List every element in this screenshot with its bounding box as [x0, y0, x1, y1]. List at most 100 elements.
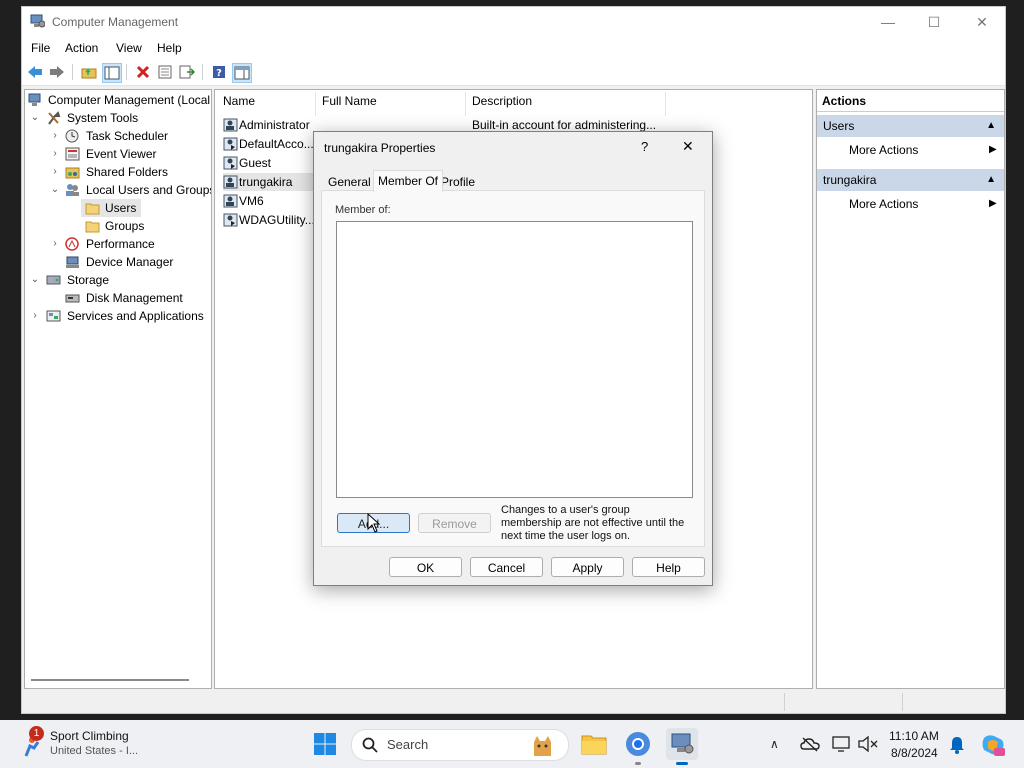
- tree-item-shared-folders[interactable]: › Shared Folders: [25, 163, 211, 181]
- column-header-description[interactable]: Description: [472, 94, 532, 112]
- actions-section-users[interactable]: Users ▲: [817, 115, 1004, 137]
- chrome-button[interactable]: [622, 728, 654, 765]
- status-divider: [784, 693, 785, 711]
- column-separator[interactable]: [315, 92, 316, 116]
- show-hide-console-tree-icon[interactable]: [102, 63, 122, 83]
- show-hide-action-pane-icon[interactable]: [232, 63, 252, 83]
- clock-time[interactable]: 11:10 AM: [889, 729, 939, 743]
- status-bar: [22, 691, 1005, 713]
- network-icon[interactable]: [832, 736, 850, 752]
- chevron-right-icon[interactable]: ›: [50, 167, 60, 177]
- tree-item-local-users-groups[interactable]: ⌄ Local Users and Groups: [25, 181, 211, 199]
- tree-label: Shared Folders: [86, 165, 169, 179]
- tree-item-services-apps[interactable]: › Services and Applications: [25, 307, 211, 325]
- tree-item-system-tools[interactable]: ⌄ System Tools: [25, 109, 211, 127]
- table-row[interactable]: VM6: [223, 192, 323, 210]
- chevron-up-icon[interactable]: ▲: [986, 169, 996, 191]
- storage-icon: [46, 275, 61, 285]
- ok-button[interactable]: OK: [389, 557, 462, 577]
- chevron-up-icon[interactable]: ▲: [986, 115, 996, 137]
- tree-item-storage[interactable]: ⌄ Storage: [25, 271, 211, 289]
- tree-item-disk-management[interactable]: Disk Management: [25, 289, 211, 307]
- file-explorer-button[interactable]: [578, 728, 610, 760]
- menu-help[interactable]: Help: [157, 41, 182, 55]
- clock-icon: [65, 129, 79, 143]
- volume-muted-icon[interactable]: [858, 736, 878, 752]
- status-divider: [902, 693, 903, 711]
- column-header-full-name[interactable]: Full Name: [322, 94, 377, 112]
- copilot-icon[interactable]: [980, 732, 1006, 758]
- computer-management-taskbar-button[interactable]: [666, 728, 698, 765]
- help-question-button[interactable]: ?: [641, 139, 648, 154]
- remove-button[interactable]: Remove: [418, 513, 491, 533]
- actions-section-trungakira[interactable]: trungakira ▲: [817, 169, 1004, 191]
- export-list-icon[interactable]: [178, 63, 196, 81]
- column-separator[interactable]: [665, 92, 666, 116]
- horizontal-scrollbar[interactable]: [31, 679, 189, 681]
- toolbar-separator: [72, 64, 73, 80]
- clock-date[interactable]: 8/8/2024: [891, 746, 938, 760]
- tree-item-users[interactable]: Users: [81, 199, 141, 217]
- tab-member-of[interactable]: Member Of: [373, 170, 444, 192]
- tree-item-event-viewer[interactable]: › Event Viewer: [25, 145, 211, 163]
- tab-profile[interactable]: Profile: [441, 173, 475, 191]
- toolbar-separator: [202, 64, 203, 80]
- table-row[interactable]: Guest: [223, 154, 323, 172]
- weather-widget[interactable]: 1 Sport Climbing United States - I...: [20, 726, 150, 762]
- table-row[interactable]: DefaultAcco...: [223, 135, 323, 153]
- table-row[interactable]: WDAGUtility...: [223, 211, 323, 229]
- chevron-up-icon[interactable]: ∧: [770, 737, 779, 751]
- more-actions-trungakira[interactable]: More Actions ▶: [849, 193, 999, 215]
- console-tree[interactable]: Computer Management (Local ⌄ System Tool…: [24, 89, 212, 689]
- notification-bell-icon[interactable]: [949, 736, 965, 754]
- user-icon: [223, 175, 238, 189]
- onedrive-icon[interactable]: [800, 736, 820, 752]
- chevron-right-icon[interactable]: ›: [50, 149, 60, 159]
- tree-item-computer-management[interactable]: Computer Management (Local: [25, 91, 211, 109]
- delete-icon[interactable]: [134, 63, 152, 81]
- up-folder-icon[interactable]: [80, 63, 98, 81]
- disk-icon: [65, 294, 80, 303]
- close-button[interactable]: ✕: [959, 7, 1005, 37]
- dialog-close-button[interactable]: ✕: [682, 138, 694, 155]
- table-row[interactable]: trungakira: [223, 173, 313, 191]
- search-box[interactable]: Search: [351, 729, 569, 761]
- tree-label: Groups: [105, 219, 145, 233]
- tree-item-device-manager[interactable]: Device Manager: [25, 253, 211, 271]
- column-separator[interactable]: [465, 92, 466, 116]
- column-header-name[interactable]: Name: [223, 94, 255, 112]
- user-disabled-icon: [223, 137, 238, 151]
- apply-button[interactable]: Apply: [551, 557, 624, 577]
- menu-view[interactable]: View: [116, 41, 142, 55]
- minimize-button[interactable]: —: [865, 7, 911, 37]
- maximize-button[interactable]: ☐: [911, 7, 957, 37]
- forward-arrow-icon[interactable]: [48, 63, 66, 81]
- tab-general[interactable]: General: [328, 173, 371, 191]
- groups-listbox[interactable]: [336, 221, 693, 498]
- member-of-label: Member of:: [335, 204, 391, 216]
- chevron-down-icon[interactable]: ⌄: [30, 275, 40, 285]
- tree-item-task-scheduler[interactable]: › Task Scheduler: [25, 127, 211, 145]
- cancel-button[interactable]: Cancel: [470, 557, 543, 577]
- title-bar[interactable]: Computer Management — ☐ ✕: [22, 7, 1005, 37]
- tree-label: Performance: [86, 237, 155, 251]
- properties-icon[interactable]: [156, 63, 174, 81]
- cat-icon: [534, 736, 551, 756]
- chevron-down-icon[interactable]: ⌄: [30, 113, 40, 123]
- menu-action[interactable]: Action: [65, 41, 98, 55]
- chevron-right-icon[interactable]: ›: [30, 311, 40, 321]
- more-actions-users[interactable]: More Actions ▶: [849, 139, 999, 161]
- tree-item-groups[interactable]: Groups: [81, 217, 151, 235]
- menu-file[interactable]: File: [31, 41, 50, 55]
- chevron-right-icon[interactable]: ›: [50, 131, 60, 141]
- tree-label: Task Scheduler: [86, 129, 169, 143]
- users-group-icon: [66, 184, 79, 196]
- action-label: More Actions: [849, 143, 919, 157]
- help-button[interactable]: Help: [632, 557, 705, 577]
- tree-item-performance[interactable]: › Performance: [25, 235, 211, 253]
- chevron-down-icon[interactable]: ⌄: [50, 185, 60, 195]
- chevron-right-icon[interactable]: ›: [50, 239, 60, 249]
- help-icon[interactable]: ?: [210, 63, 228, 81]
- back-arrow-icon[interactable]: [26, 63, 44, 81]
- start-button[interactable]: [309, 728, 341, 760]
